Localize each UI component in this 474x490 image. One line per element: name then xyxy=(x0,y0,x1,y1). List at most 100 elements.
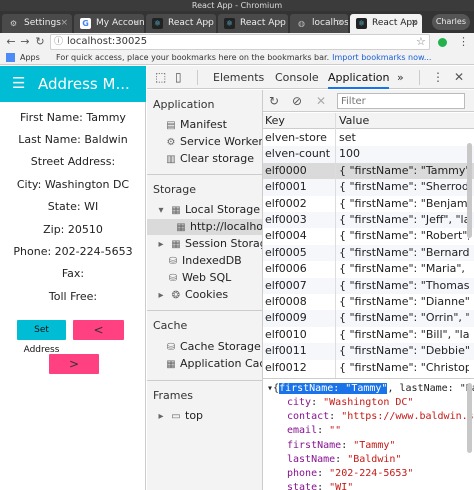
sidebar-item-cache-storage[interactable]: ⛁ Cache Storage xyxy=(165,339,261,355)
preview-key: lastName xyxy=(287,453,336,465)
sidebar-item-cookies[interactable]: ▸ ❂ Cookies xyxy=(155,287,228,303)
table-scrollbar[interactable] xyxy=(467,143,472,238)
set-address-button[interactable]: Set Address xyxy=(17,320,66,355)
table-row[interactable]: elf0000 { "firstName": "Tammy", xyxy=(263,162,474,180)
tab-application[interactable]: Application xyxy=(328,66,390,89)
document-icon: ▤ xyxy=(166,120,176,131)
refresh-icon[interactable]: ↻ xyxy=(269,93,279,109)
column-key[interactable]: Key xyxy=(265,113,335,129)
table-row[interactable]: elf0011 { "firstName": "Debbie", xyxy=(263,343,474,360)
more-vert-icon[interactable]: ⋮ xyxy=(458,34,469,50)
sidebar-item-indexeddb[interactable]: ⛁ IndexedDB xyxy=(167,253,242,269)
browser-tab[interactable]: ◍ localhost × xyxy=(290,14,348,33)
close-icon[interactable]: × xyxy=(204,14,212,33)
preview-rest: lastName: "Ba xyxy=(399,383,474,394)
table-row[interactable]: elf0008 { "firstName": "Dianne", xyxy=(263,294,474,310)
info-icon[interactable]: ⓘ xyxy=(54,35,63,49)
forward-icon[interactable]: → xyxy=(18,34,32,50)
preview-key: phone xyxy=(287,468,318,479)
delete-icon[interactable]: ✕ xyxy=(316,93,326,109)
tab-strip: ⚙ Settings × G My Accoun × ⚛ React App ×… xyxy=(0,11,474,33)
browser-tab-active[interactable]: ⚛ React App × xyxy=(350,14,422,33)
more-vert-icon[interactable]: ⋮ xyxy=(432,70,444,84)
sidebar-item-local-storage[interactable]: ▾ ▦ Local Storage xyxy=(155,202,260,218)
close-icon[interactable]: × xyxy=(410,14,418,33)
sidebar-item-manifest[interactable]: ▤ Manifest xyxy=(165,117,227,133)
sidebar-item-websql[interactable]: ⛁ Web SQL xyxy=(167,270,231,286)
storage-table-panel: ↻ ⊘ ✕ Key Value elven-store set elven-coun… xyxy=(263,90,474,378)
reload-icon[interactable]: ↻ xyxy=(33,34,47,50)
table-row[interactable]: elven-count 100 xyxy=(263,146,474,163)
tab-elements[interactable]: Elements xyxy=(213,66,264,89)
column-value[interactable]: Value xyxy=(339,113,469,129)
row-key: elf0004 xyxy=(265,229,307,243)
sidebar-item-frame-top[interactable]: ▸ ▭ top xyxy=(155,408,203,424)
more-tabs-icon[interactable]: » xyxy=(397,66,404,89)
bookmarks-bar: Apps For quick access, place your bookma… xyxy=(0,51,474,65)
row-key: elf0007 xyxy=(265,278,307,292)
apps-icon[interactable] xyxy=(6,53,15,62)
close-icon[interactable]: × xyxy=(276,14,284,33)
preview-value: "" xyxy=(329,425,342,437)
table-row[interactable]: elf0007 { "firstName": "Thomas" xyxy=(263,277,474,294)
preview-value: "WI" xyxy=(329,482,354,490)
field-zip: Zip: 20510 xyxy=(43,223,103,236)
sidebar-item-application-cache[interactable]: ▦ Application Cache xyxy=(165,356,262,372)
table-row[interactable]: elf0005 { "firstName": "Bernard" xyxy=(263,244,474,262)
preview-value: "Tammy" xyxy=(353,439,396,451)
table-row[interactable]: elf0012 { "firstName": "Christop xyxy=(263,360,474,376)
sidebar-item-clear-storage[interactable]: ▥ Clear storage xyxy=(165,151,254,167)
browser-tab[interactable]: ⚛ React App × xyxy=(218,14,288,33)
table-row[interactable]: elf0002 { "firstName": "Benjami xyxy=(263,196,474,212)
table-row[interactable]: elven-store set xyxy=(263,130,474,146)
grid-icon: ▦ xyxy=(171,205,181,216)
profile-button[interactable]: Charles xyxy=(431,14,470,30)
clear-all-icon[interactable]: ⊘ xyxy=(292,93,302,109)
close-icon[interactable]: ✕ xyxy=(454,70,464,84)
gear-icon: ⚙ xyxy=(166,137,176,148)
sidebar-item-session-storage[interactable]: ▸ ▦ Session Storage xyxy=(155,236,262,252)
close-icon[interactable]: × xyxy=(60,14,68,33)
google-icon: G xyxy=(80,18,91,29)
table-row[interactable]: elf0004 { "firstName": "Robert", xyxy=(263,228,474,244)
sidebar-item-localhost-origin[interactable]: ▦ http://localhost xyxy=(147,219,263,235)
preview-scrollbar[interactable] xyxy=(467,383,472,453)
preview-property: lastName: "Baldwin" xyxy=(287,453,401,467)
react-icon: ⚛ xyxy=(224,18,235,29)
sidebar-item-label: IndexedDB xyxy=(182,254,242,267)
tab-console[interactable]: Console xyxy=(275,66,319,89)
extension-icon[interactable] xyxy=(438,38,447,47)
back-icon[interactable]: ← xyxy=(4,34,18,50)
previous-button[interactable]: < xyxy=(73,320,124,340)
device-toggle-icon[interactable]: ▯ xyxy=(175,70,182,84)
preview-root[interactable]: ▾{firstName: "Tammy", lastName: "Ba xyxy=(267,382,474,396)
menu-icon[interactable]: ☰ xyxy=(12,76,25,91)
star-icon[interactable]: ☆ xyxy=(416,34,426,50)
close-icon[interactable]: × xyxy=(336,14,344,33)
table-row[interactable]: elf0010 { "firstName": "Bill", "la xyxy=(263,327,474,343)
next-button[interactable]: > xyxy=(49,354,99,374)
table-row[interactable]: elf0006 { "firstName": "Maria", " xyxy=(263,261,474,277)
preview-separator: : xyxy=(329,411,342,423)
table-row[interactable]: elf0003 { "firstName": "Jeff", "la xyxy=(263,212,474,229)
address-bar[interactable]: ⓘ localhost:30025 xyxy=(50,34,430,50)
database-icon: ⛁ xyxy=(166,342,176,353)
browser-tab[interactable]: ⚛ React App × xyxy=(146,14,216,33)
filter-input[interactable] xyxy=(337,93,465,109)
table-row[interactable]: elf0009 { "firstName": "Orrin", "l xyxy=(263,310,474,327)
browser-tab[interactable]: ⚙ Settings × xyxy=(2,14,72,33)
apps-link[interactable]: Apps xyxy=(20,51,40,64)
row-key: elf0006 xyxy=(265,262,307,276)
frame-icon: ▭ xyxy=(171,411,181,422)
sidebar-item-service-workers[interactable]: ⚙ Service Workers xyxy=(165,134,262,150)
sidebar-item-label: http://localhost xyxy=(190,220,263,233)
import-bookmarks-link[interactable]: Import bookmarks now... xyxy=(332,53,431,62)
close-icon[interactable]: × xyxy=(132,14,140,33)
preview-value: "Baldwin" xyxy=(347,453,402,465)
field-last-name: Last Name: Baldwin xyxy=(18,133,128,146)
cookie-icon: ❂ xyxy=(171,290,181,301)
table-row[interactable]: elf0001 { "firstName": "Sherrod" xyxy=(263,179,474,196)
inspect-icon[interactable]: ⬚ xyxy=(155,70,166,84)
row-value: { "firstName": "Debbie", xyxy=(339,344,469,358)
browser-tab[interactable]: G My Accoun × xyxy=(74,14,144,33)
